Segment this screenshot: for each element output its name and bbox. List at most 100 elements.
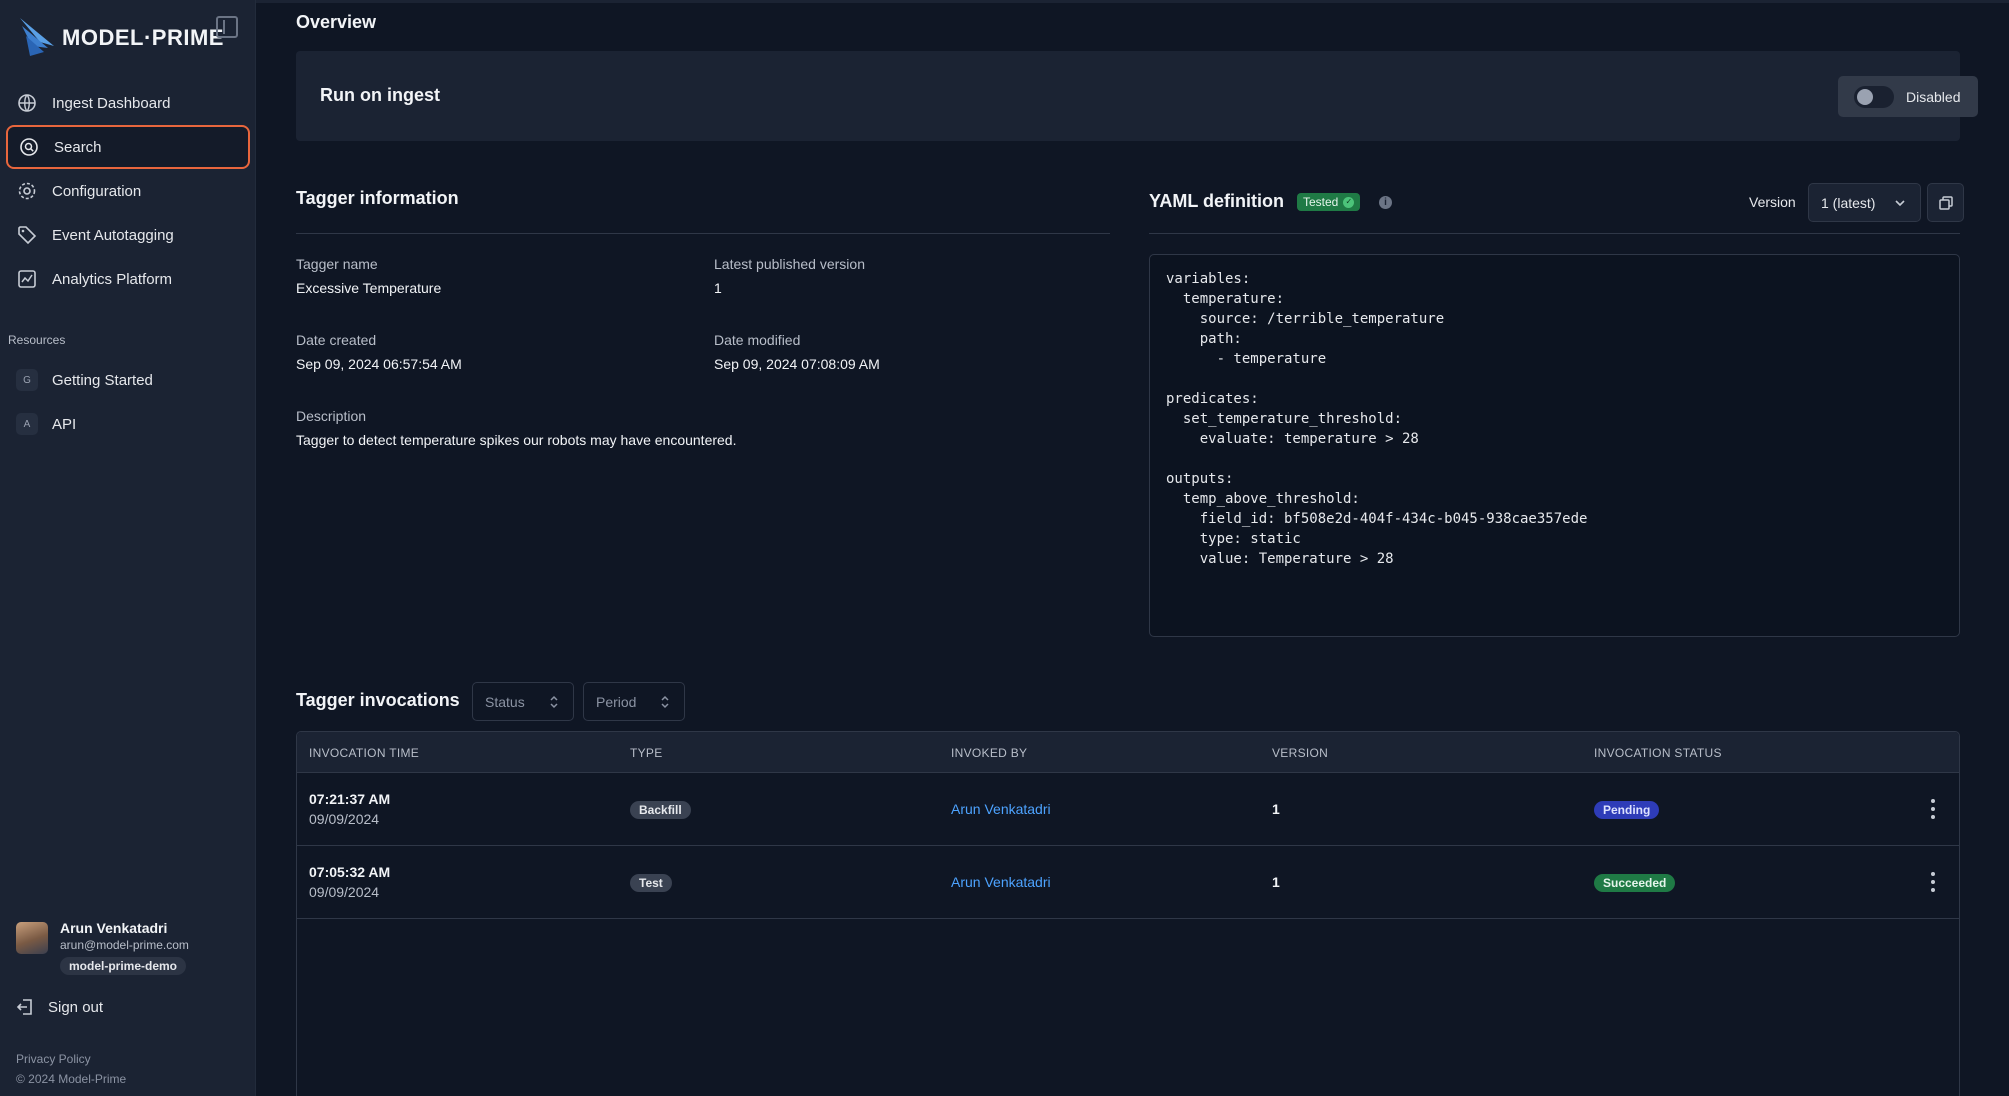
main-content: Overview Run on ingest Disabled Tagger i… — [256, 0, 2009, 1096]
version-value: 1 — [1272, 874, 1280, 890]
column-header: INVOKED BY — [951, 746, 1028, 760]
sign-out-icon — [16, 998, 34, 1016]
copy-icon — [1938, 195, 1953, 210]
status-filter-label: Status — [485, 693, 525, 710]
table-row[interactable]: 07:21:37 AM 09/09/2024 Backfill Arun Ven… — [297, 773, 1959, 846]
type-badge: Test — [630, 874, 672, 892]
nav-item-analytics-platform[interactable]: Analytics Platform — [6, 257, 250, 301]
table-header: INVOCATION TIME TYPE INVOKED BY VERSION … — [297, 732, 1959, 773]
sort-updown-icon — [661, 695, 669, 709]
more-actions-icon[interactable] — [1930, 799, 1936, 819]
sort-updown-icon — [550, 695, 558, 709]
collapse-sidebar-icon[interactable] — [216, 16, 238, 38]
resource-badge: G — [16, 369, 38, 391]
logo-text: MODEL·PRIME — [62, 25, 224, 50]
invocation-date: 09/09/2024 — [309, 884, 380, 900]
invoked-by-link[interactable]: Arun Venkatadri — [951, 801, 1051, 817]
nav-item-ingest-dashboard[interactable]: Ingest Dashboard — [6, 81, 250, 125]
gear-icon — [16, 180, 38, 202]
column-header: TYPE — [630, 746, 663, 760]
resources-heading: Resources — [8, 333, 66, 347]
info-icon[interactable]: i — [1379, 196, 1392, 209]
column-header: INVOCATION STATUS — [1594, 746, 1722, 760]
date-created-label: Date created — [296, 332, 377, 348]
date-created-value: Sep 09, 2024 06:57:54 AM — [296, 356, 462, 372]
column-header: INVOCATION TIME — [309, 746, 420, 760]
nav-item-label: Event Autotagging — [52, 226, 174, 244]
invocation-time: 07:21:37 AM — [309, 791, 391, 807]
tagger-name-value: Excessive Temperature — [296, 280, 442, 296]
tagger-invocations-title: Tagger invocations — [296, 690, 460, 710]
invocation-time: 07:05:32 AM — [309, 864, 391, 880]
status-badge: Pending — [1594, 801, 1660, 819]
type-badge: Backfill — [630, 801, 691, 819]
nav-item-search[interactable]: Search — [6, 125, 250, 169]
yaml-code-block[interactable]: variables: temperature: source: /terribl… — [1149, 254, 1960, 637]
published-version-label: Latest published version — [714, 256, 865, 272]
tagger-info-title: Tagger information — [296, 188, 459, 208]
nav-item-event-autotagging[interactable]: Event Autotagging — [6, 213, 250, 257]
run-on-ingest-toggle[interactable]: Disabled — [1838, 76, 1978, 117]
resources-list: G Getting Started A API — [6, 358, 250, 446]
version-select[interactable]: 1 (latest) — [1808, 183, 1921, 222]
more-actions-icon[interactable] — [1930, 872, 1936, 892]
run-on-ingest-title: Run on ingest — [320, 85, 440, 105]
user-email: arun@model-prime.com — [60, 938, 189, 952]
nav-item-label: Search — [54, 138, 102, 156]
nav-item-configuration[interactable]: Configuration — [6, 169, 250, 213]
published-version-value: 1 — [714, 280, 722, 296]
user-name: Arun Venkatadri — [60, 920, 168, 936]
tested-label: Tested — [1303, 195, 1339, 209]
run-on-ingest-card: Run on ingest Disabled — [296, 51, 1978, 141]
user-profile[interactable]: Arun Venkatadri arun@model-prime.com mod… — [16, 918, 246, 978]
sign-out-button[interactable]: Sign out — [16, 998, 103, 1016]
resource-getting-started[interactable]: G Getting Started — [6, 358, 250, 402]
column-header: VERSION — [1272, 746, 1329, 760]
version-select-value: 1 (latest) — [1821, 194, 1876, 211]
resource-label: Getting Started — [52, 371, 153, 389]
tested-badge: Tested ✓ — [1297, 193, 1361, 211]
nav-item-label: Analytics Platform — [52, 270, 173, 288]
toggle-label: Disabled — [1906, 88, 1961, 105]
globe-icon — [16, 92, 38, 114]
main-nav: Ingest Dashboard Search Configuration Ev… — [6, 81, 250, 301]
privacy-policy-link[interactable]: Privacy Policy — [16, 1052, 91, 1066]
chevron-down-icon — [1895, 200, 1905, 207]
description-value: Tagger to detect temperature spikes our … — [296, 432, 737, 448]
invoked-by-link[interactable]: Arun Venkatadri — [951, 874, 1051, 890]
period-filter-label: Period — [596, 693, 637, 710]
status-filter[interactable]: Status — [472, 682, 574, 721]
tagger-name-label: Tagger name — [296, 256, 378, 272]
avatar — [16, 922, 48, 954]
divider — [296, 233, 1110, 234]
table-row[interactable]: 07:05:32 AM 09/09/2024 Test Arun Venkata… — [297, 846, 1959, 919]
logo-mark-icon — [20, 18, 54, 56]
search-icon — [18, 136, 40, 158]
resource-label: API — [52, 415, 77, 433]
invocation-date: 09/09/2024 — [309, 811, 380, 827]
yaml-code: variables: temperature: source: /terribl… — [1166, 271, 1588, 567]
version-value: 1 — [1272, 801, 1280, 817]
divider — [1149, 233, 1960, 234]
nav-item-label: Ingest Dashboard — [52, 94, 171, 112]
date-modified-label: Date modified — [714, 332, 801, 348]
status-badge: Succeeded — [1594, 874, 1676, 892]
nav-item-label: Configuration — [52, 182, 142, 200]
copy-button[interactable] — [1927, 183, 1964, 222]
org-badge: model-prime-demo — [60, 957, 187, 975]
period-filter[interactable]: Period — [583, 682, 685, 721]
resource-api[interactable]: A API — [6, 402, 250, 446]
copyright: © 2024 Model-Prime — [16, 1072, 127, 1086]
description-label: Description — [296, 408, 367, 424]
sign-out-label: Sign out — [48, 998, 104, 1016]
page-title: Overview — [296, 12, 377, 32]
version-label: Version — [1749, 194, 1796, 210]
toggle-switch[interactable] — [1854, 85, 1894, 108]
tag-icon — [16, 224, 38, 246]
sidebar: MODEL·PRIME Ingest Dashboard Search Conf… — [0, 0, 256, 1096]
check-icon: ✓ — [1343, 196, 1355, 208]
top-divider — [256, 0, 2009, 3]
date-modified-value: Sep 09, 2024 07:08:09 AM — [714, 356, 880, 372]
yaml-definition-title: YAML definition — [1149, 191, 1284, 211]
invocations-table: INVOCATION TIME TYPE INVOKED BY VERSION … — [296, 731, 1960, 1096]
